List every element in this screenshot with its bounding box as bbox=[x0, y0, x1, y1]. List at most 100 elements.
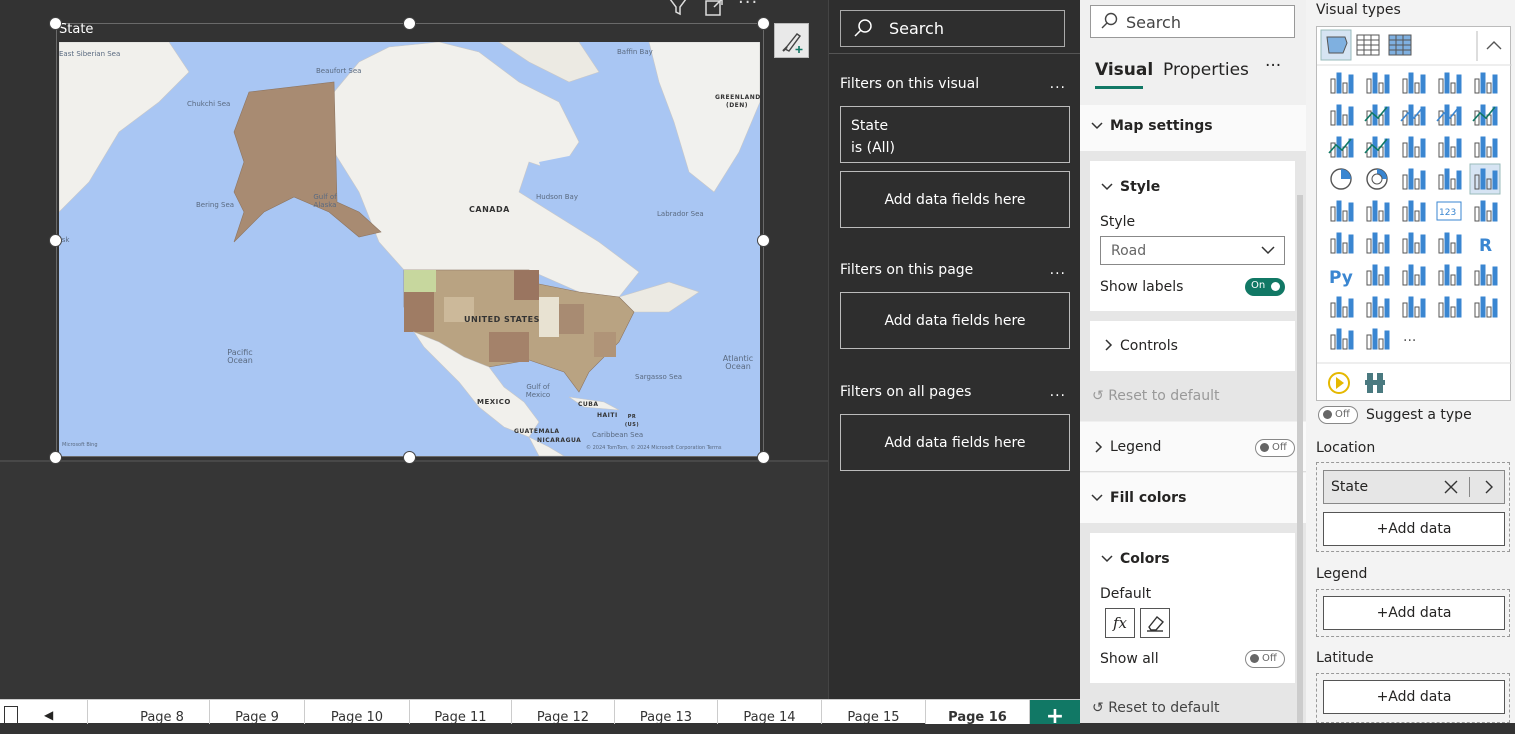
page-tab[interactable]: Page 10 bbox=[305, 700, 410, 725]
chevron-left-icon[interactable]: ◀ bbox=[44, 708, 53, 722]
decomposition-tree-icon[interactable] bbox=[1401, 263, 1426, 287]
resize-handle-bottom-right[interactable] bbox=[757, 451, 770, 464]
key-influencers-icon[interactable] bbox=[1365, 263, 1390, 287]
page-view-icon[interactable] bbox=[4, 706, 18, 724]
filled-map[interactable]: East Siberian Sea Beaufort Sea Baffin Ba… bbox=[59, 42, 760, 456]
custom-visual-icon[interactable] bbox=[1473, 295, 1498, 319]
eraser-button[interactable] bbox=[1140, 608, 1170, 638]
page-tab[interactable]: Page 8 bbox=[115, 700, 210, 725]
treemap-icon[interactable] bbox=[1401, 167, 1426, 191]
collapse-icon[interactable] bbox=[1486, 41, 1502, 50]
metrics-icon[interactable] bbox=[1329, 295, 1354, 319]
add-legend-data-button[interactable]: +Add data bbox=[1323, 596, 1505, 630]
more-visuals-icon[interactable]: ··· bbox=[1403, 333, 1416, 349]
power-apps-alt-icon[interactable] bbox=[1329, 327, 1354, 351]
donut-chart-icon[interactable] bbox=[1366, 168, 1388, 190]
table-view-icon[interactable] bbox=[1356, 34, 1380, 56]
table-icon[interactable] bbox=[1401, 231, 1426, 255]
resize-handle-left[interactable] bbox=[49, 234, 62, 247]
style-dropdown[interactable]: Road bbox=[1100, 236, 1285, 265]
resize-handle-bottom-left[interactable] bbox=[49, 451, 62, 464]
stacked-column-chart-icon[interactable] bbox=[1365, 71, 1390, 95]
resize-handle-top[interactable] bbox=[403, 17, 416, 30]
paginated-report-icon[interactable] bbox=[1365, 295, 1390, 319]
line-column-chart-icon[interactable] bbox=[1472, 103, 1498, 127]
focus-mode-icon[interactable] bbox=[703, 0, 725, 23]
state-field-pill[interactable]: State bbox=[1323, 470, 1505, 504]
map-settings-header[interactable]: Map settings bbox=[1080, 105, 1306, 151]
filter-icon[interactable] bbox=[667, 0, 689, 23]
r-visual-icon[interactable]: R bbox=[1479, 236, 1492, 256]
python-visual-icon[interactable]: Py bbox=[1329, 268, 1353, 288]
legend-toggle[interactable]: Off bbox=[1255, 439, 1295, 457]
filled-map-selected-icon[interactable] bbox=[1320, 29, 1352, 61]
add-page-button[interactable]: + bbox=[1030, 700, 1080, 729]
slicer-icon[interactable] bbox=[1365, 231, 1390, 255]
remove-field-icon[interactable] bbox=[1442, 478, 1460, 500]
page-tab[interactable]: Page 13 bbox=[615, 700, 718, 725]
state-filter-card[interactable]: State is (All) bbox=[840, 106, 1070, 163]
fill-colors-header[interactable]: Fill colors bbox=[1080, 473, 1306, 523]
page-tab[interactable]: Page 14 bbox=[718, 700, 822, 725]
page-tab[interactable]: Page 12 bbox=[512, 700, 615, 725]
show-labels-toggle[interactable]: On bbox=[1245, 278, 1285, 296]
matrix-icon[interactable] bbox=[1437, 231, 1462, 255]
format-more-button[interactable]: ··· bbox=[1265, 56, 1281, 76]
add-visual-filter-well[interactable]: Add data fields here bbox=[840, 171, 1070, 228]
filters-visual-more-button[interactable]: ... bbox=[1050, 76, 1066, 92]
smart-narrative-icon[interactable] bbox=[1473, 263, 1498, 287]
chevron-down-icon[interactable] bbox=[1100, 180, 1114, 198]
chevron-right-icon[interactable] bbox=[1482, 478, 1496, 500]
page-tab[interactable]: Page 9 bbox=[210, 700, 305, 725]
tab-visual[interactable]: Visual bbox=[1095, 60, 1153, 80]
ribbon-chart-icon[interactable] bbox=[1364, 135, 1390, 159]
scatter-chart-icon[interactable] bbox=[1473, 135, 1498, 159]
format-scrollbar[interactable] bbox=[1297, 195, 1303, 723]
100-bar-chart-icon[interactable] bbox=[1473, 71, 1498, 95]
filters-page-more-button[interactable]: ... bbox=[1050, 262, 1066, 278]
add-report-filter-well[interactable]: Add data fields here bbox=[840, 414, 1070, 471]
map-icon[interactable] bbox=[1437, 167, 1462, 191]
page-tab[interactable]: Page 15 bbox=[822, 700, 926, 725]
funnel-chart-icon[interactable] bbox=[1437, 135, 1462, 159]
power-automate-icon[interactable] bbox=[1437, 295, 1462, 319]
gauge-icon[interactable] bbox=[1401, 199, 1426, 223]
kpi-icon[interactable] bbox=[1329, 231, 1354, 255]
reset-default-button[interactable]: ↺ Reset to default bbox=[1092, 700, 1220, 716]
resize-handle-top-left[interactable] bbox=[49, 17, 62, 30]
show-all-toggle[interactable]: Off bbox=[1245, 650, 1285, 668]
resize-handle-right[interactable] bbox=[757, 234, 770, 247]
stacked-area-chart-icon[interactable] bbox=[1436, 103, 1462, 127]
reset-default-button[interactable]: ↺ Reset to default bbox=[1092, 388, 1220, 404]
format-visual-button[interactable] bbox=[774, 23, 809, 58]
legend-section[interactable]: Legend Off bbox=[1080, 422, 1306, 472]
format-search-input[interactable]: Search bbox=[1090, 5, 1295, 38]
line-clustered-column-icon[interactable] bbox=[1328, 135, 1354, 159]
matrix-view-icon[interactable] bbox=[1388, 34, 1412, 56]
filters-all-more-button[interactable]: ... bbox=[1050, 384, 1066, 400]
filters-search-input[interactable]: Search bbox=[840, 10, 1065, 47]
resize-handle-bottom[interactable] bbox=[403, 451, 416, 464]
clustered-column-chart-icon[interactable] bbox=[1437, 71, 1462, 95]
waterfall-chart-icon[interactable] bbox=[1401, 135, 1426, 159]
add-latitude-data-button[interactable]: +Add data bbox=[1323, 680, 1505, 714]
controls-card[interactable]: Controls bbox=[1090, 321, 1295, 371]
page-tab[interactable]: Page 16 bbox=[926, 700, 1030, 725]
azure-map-icon[interactable] bbox=[1365, 199, 1390, 223]
add-location-data-button[interactable]: +Add data bbox=[1323, 512, 1505, 546]
resize-handle-top-right[interactable] bbox=[757, 17, 770, 30]
custom-visual-two-icon[interactable] bbox=[1365, 373, 1385, 393]
qa-icon[interactable] bbox=[1437, 263, 1462, 287]
suggest-type-toggle[interactable]: Off bbox=[1318, 406, 1358, 424]
add-page-filter-well[interactable]: Add data fields here bbox=[840, 292, 1070, 349]
page-tab[interactable]: Page 11 bbox=[410, 700, 512, 725]
custom-visual-one-icon[interactable] bbox=[1328, 372, 1350, 394]
100-column-chart-icon[interactable] bbox=[1329, 103, 1354, 127]
clustered-bar-chart-icon[interactable] bbox=[1401, 71, 1426, 95]
tab-properties[interactable]: Properties bbox=[1163, 60, 1249, 80]
power-automate-alt-icon[interactable] bbox=[1365, 327, 1390, 351]
pie-chart-icon[interactable] bbox=[1330, 168, 1352, 190]
stacked-bar-chart-icon[interactable] bbox=[1329, 71, 1354, 95]
line-chart-icon[interactable] bbox=[1364, 103, 1390, 127]
fx-conditional-format-button[interactable]: fx bbox=[1105, 608, 1135, 638]
